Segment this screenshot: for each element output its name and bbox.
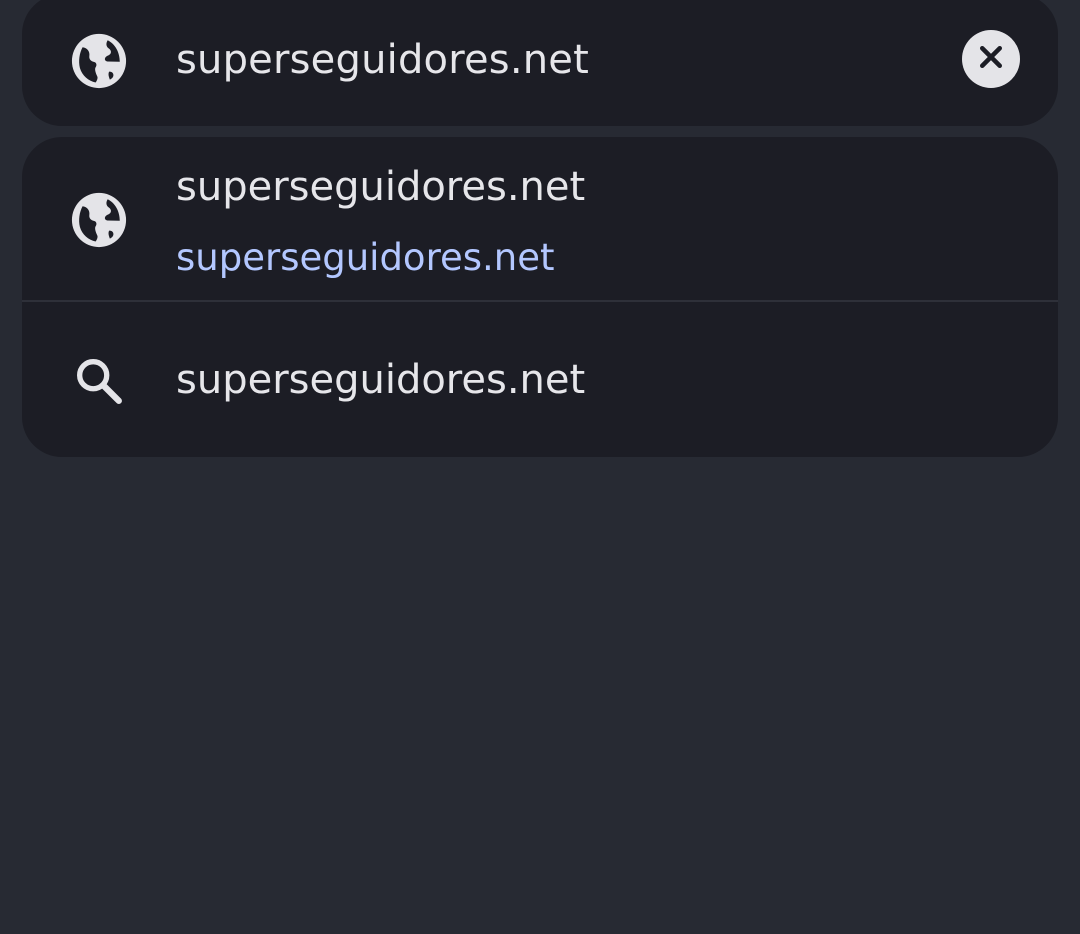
address-bar[interactable]: superseguidores.net <box>22 0 1058 126</box>
suggestion-search-item[interactable]: superseguidores.net <box>22 302 1058 457</box>
search-icon <box>70 352 128 410</box>
address-input[interactable]: superseguidores.net <box>176 34 589 86</box>
clear-button[interactable] <box>962 30 1020 88</box>
close-icon <box>976 42 1006 76</box>
suggestion-title: superseguidores.net <box>176 164 586 210</box>
globe-icon <box>70 191 128 249</box>
globe-icon <box>70 32 128 90</box>
suggestion-title: superseguidores.net <box>176 357 586 403</box>
suggestion-list: superseguidores.net superseguidores.net … <box>22 137 1058 457</box>
omnibox-suggestion-screen: superseguidores.net superseguidores.net … <box>0 0 1080 934</box>
suggestion-url-item[interactable]: superseguidores.net superseguidores.net <box>22 137 1058 300</box>
suggestion-url: superseguidores.net <box>176 236 555 279</box>
